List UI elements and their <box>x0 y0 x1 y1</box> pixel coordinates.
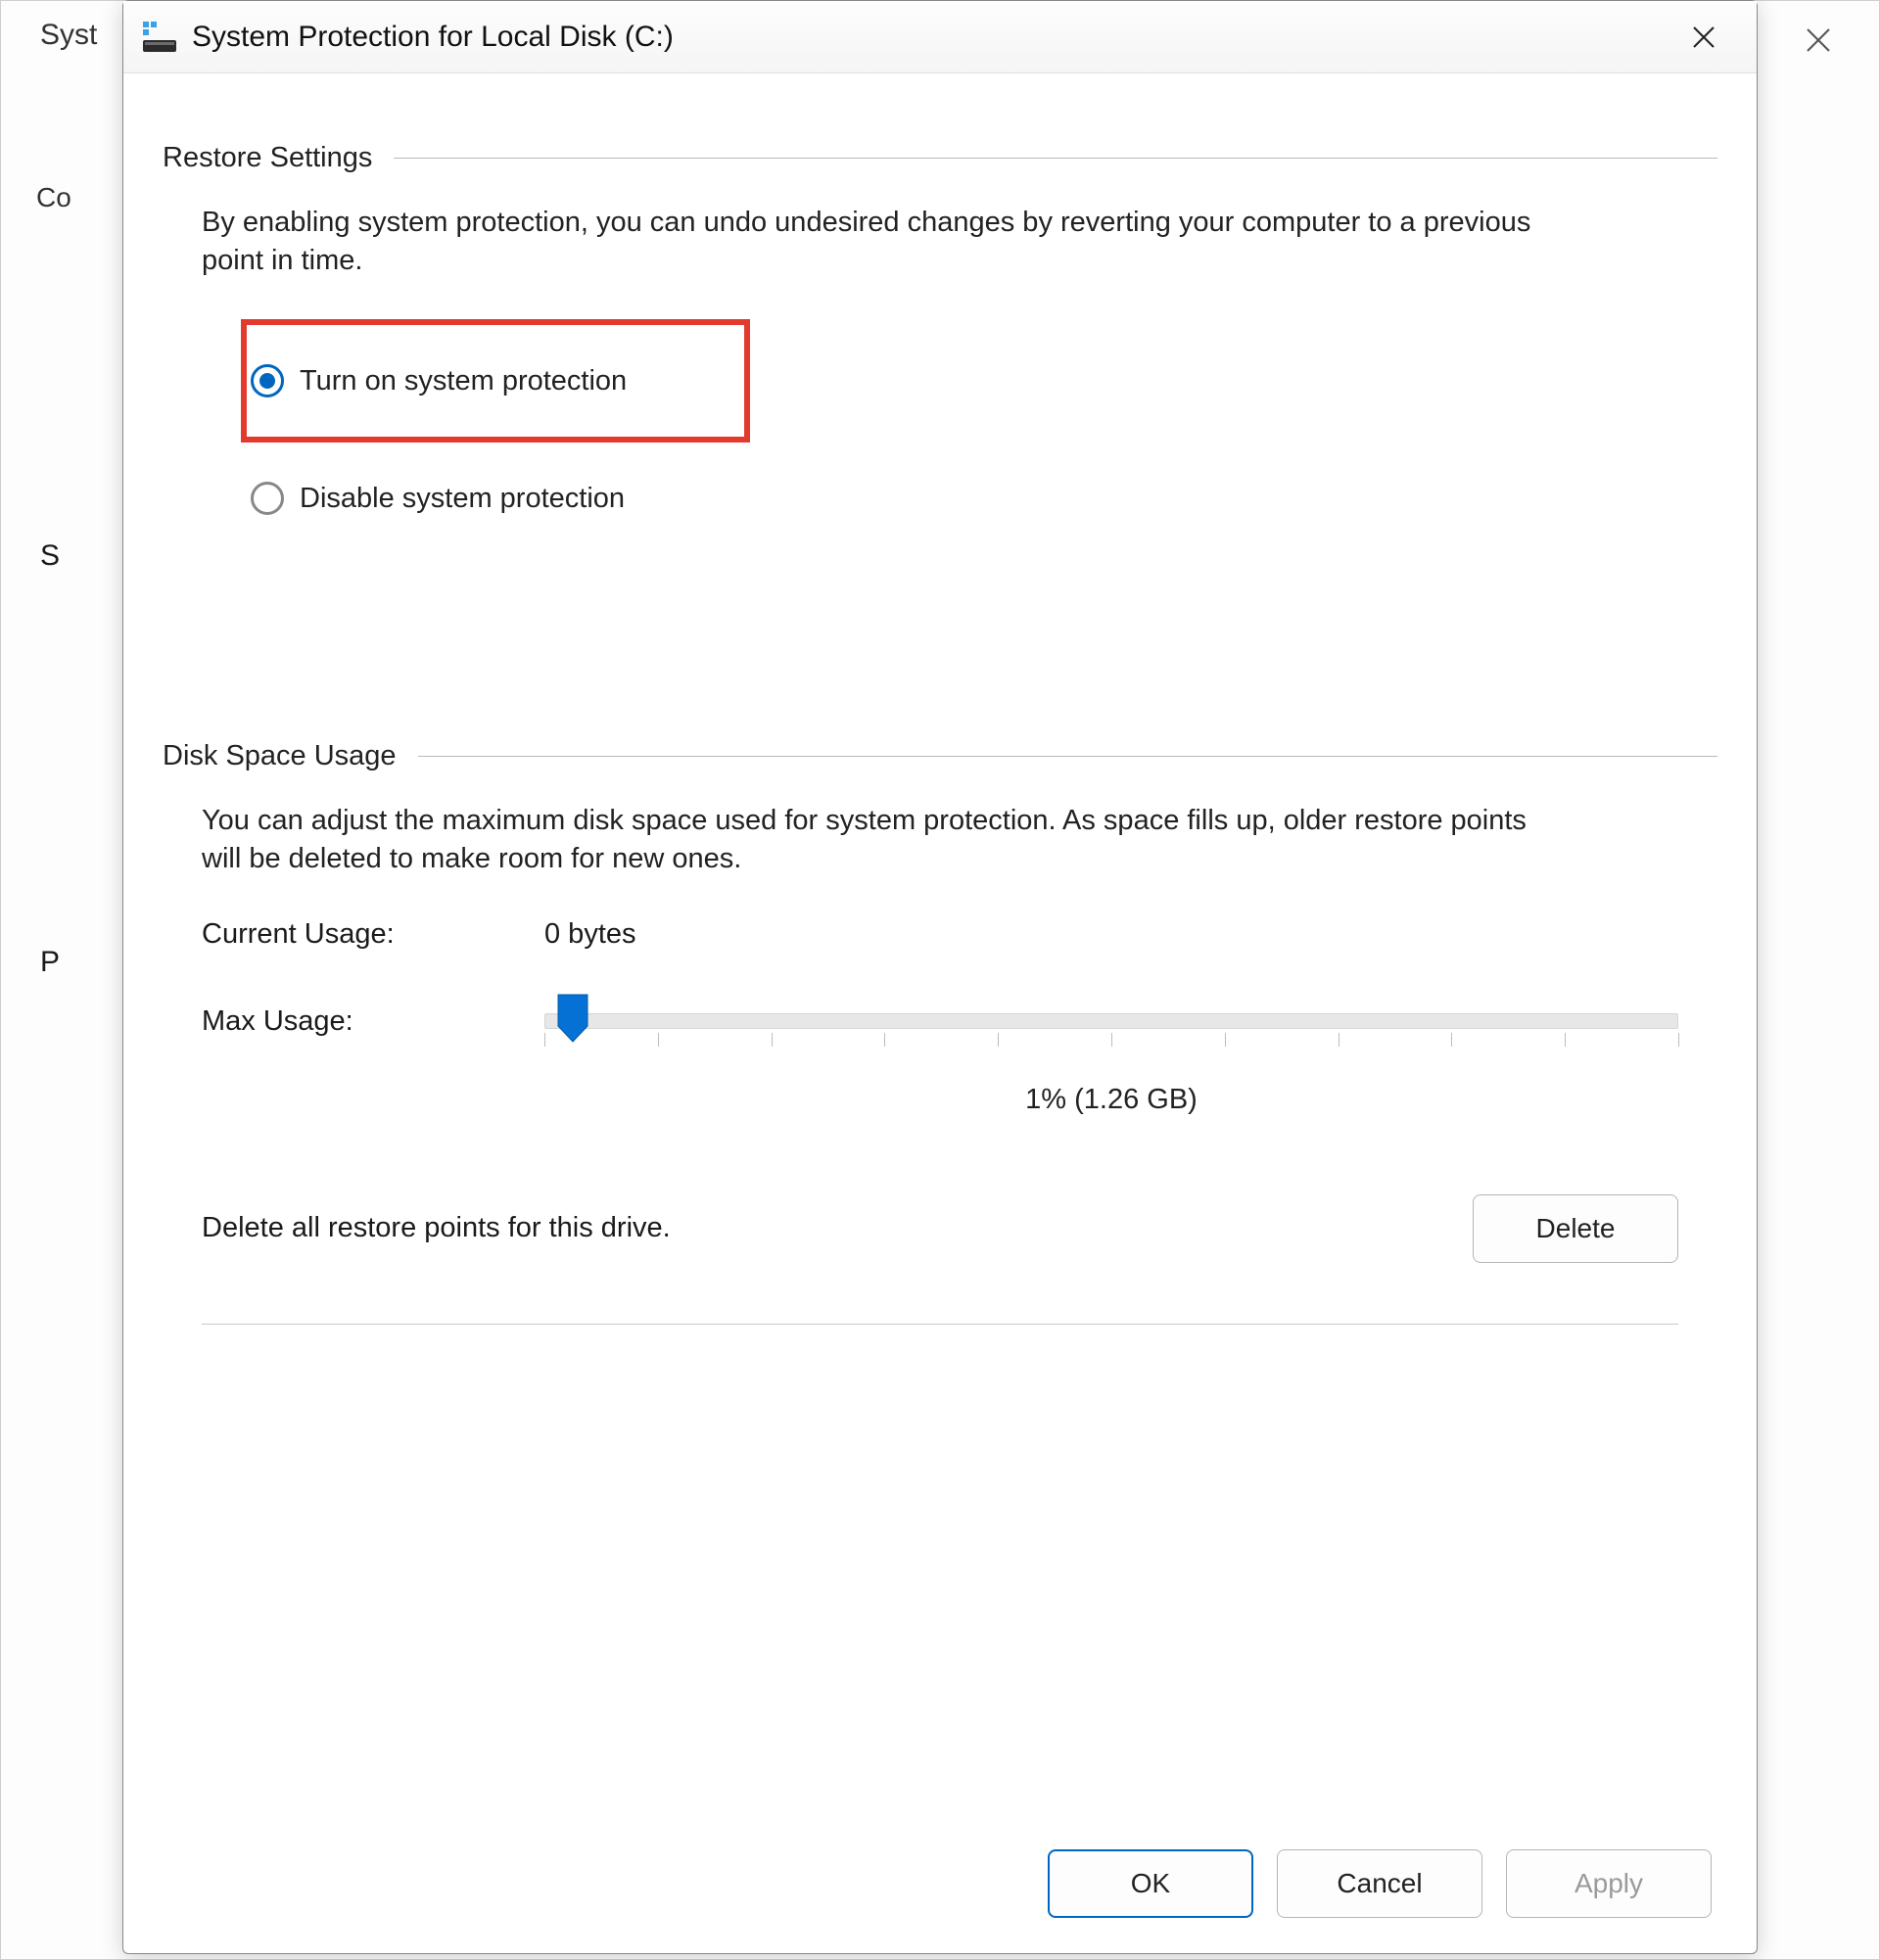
parent-close-button[interactable] <box>1779 11 1857 70</box>
close-icon <box>1692 25 1716 49</box>
section-label: Restore Settings <box>163 142 394 174</box>
radio-icon <box>251 364 284 397</box>
radio-icon <box>251 482 284 515</box>
restore-description: By enabling system protection, you can u… <box>202 204 1573 280</box>
section-divider <box>418 756 1717 757</box>
apply-button[interactable]: Apply <box>1506 1849 1712 1918</box>
slider-ticks <box>544 1033 1678 1054</box>
max-usage-row: Max Usage: 1% (1.26 GB) <box>202 996 1717 1116</box>
highlight-box: Turn on system protection <box>241 319 750 443</box>
footer-separator <box>202 1324 1678 1325</box>
current-usage-value: 0 bytes <box>544 918 636 951</box>
max-usage-label: Max Usage: <box>202 996 544 1038</box>
dialog-title: System Protection for Local Disk (C:) <box>192 21 1665 54</box>
max-usage-slider[interactable] <box>544 1013 1678 1029</box>
ok-button[interactable]: OK <box>1048 1849 1253 1918</box>
dialog-close-button[interactable] <box>1665 13 1743 62</box>
section-header-restore: Restore Settings <box>163 142 1717 174</box>
delete-description: Delete all restore points for this drive… <box>202 1212 1473 1244</box>
parent-tab-fragment: Co <box>36 182 71 213</box>
restore-radio-group: Turn on system protection Disable system… <box>251 319 1717 525</box>
section-label: Disk Space Usage <box>163 740 418 772</box>
current-usage-label: Current Usage: <box>202 918 544 951</box>
current-usage-row: Current Usage: 0 bytes <box>202 918 1717 951</box>
parent-letter-s: S <box>40 539 60 573</box>
max-usage-slider-wrap: 1% (1.26 GB) <box>544 996 1717 1116</box>
radio-disable[interactable]: Disable system protection <box>251 472 1717 525</box>
dialog-content: Restore Settings By enabling system prot… <box>123 73 1757 1814</box>
delete-row: Delete all restore points for this drive… <box>202 1194 1678 1263</box>
radio-label: Turn on system protection <box>300 365 627 397</box>
radio-turn-on[interactable]: Turn on system protection <box>251 354 627 407</box>
section-divider <box>394 158 1717 159</box>
close-icon <box>1806 27 1831 53</box>
cancel-button[interactable]: Cancel <box>1277 1849 1482 1918</box>
slider-value-text: 1% (1.26 GB) <box>544 1084 1678 1116</box>
system-icon <box>141 19 178 56</box>
parent-window-title: Syst <box>40 19 97 52</box>
dialog-footer: OK Cancel Apply <box>123 1814 1757 1953</box>
radio-label: Disable system protection <box>300 483 625 515</box>
delete-button[interactable]: Delete <box>1473 1194 1678 1263</box>
system-protection-dialog: System Protection for Local Disk (C:) Re… <box>122 0 1758 1954</box>
disk-description: You can adjust the maximum disk space us… <box>202 802 1573 878</box>
section-header-disk: Disk Space Usage <box>163 740 1717 772</box>
dialog-titlebar: System Protection for Local Disk (C:) <box>123 1 1757 73</box>
parent-letter-p: P <box>40 946 60 979</box>
